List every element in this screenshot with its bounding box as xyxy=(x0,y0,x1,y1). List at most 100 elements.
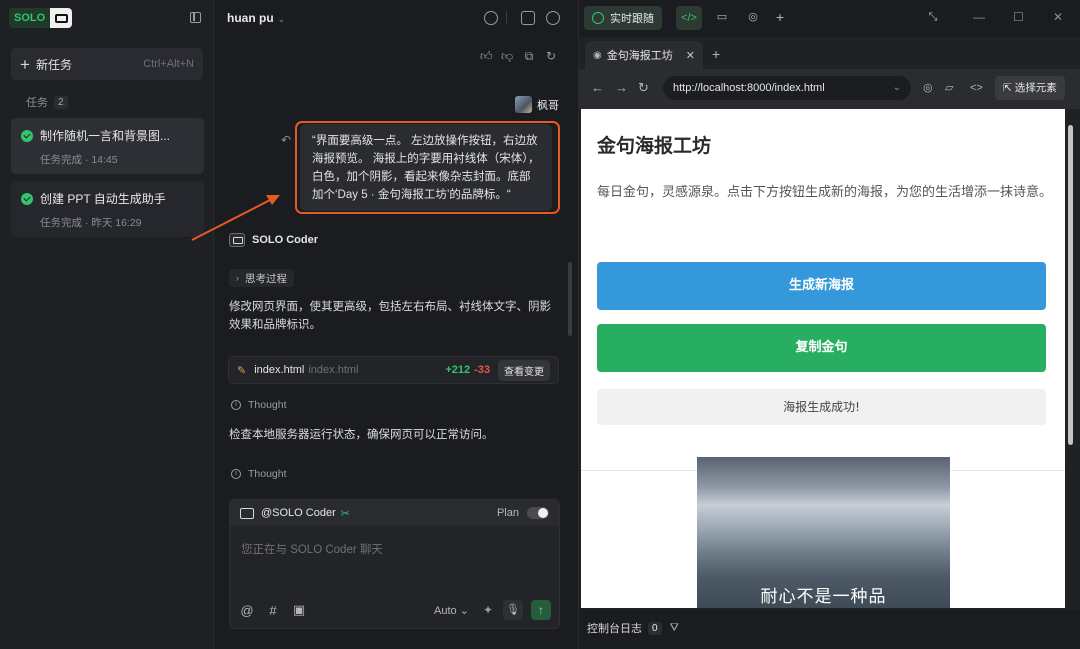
preview-panel: 实时跟随 </> ▭ ◎ + ⤡ — ☐ ✕ ◉ 金句海报工坊 ✕ + ← → … xyxy=(578,0,1080,649)
chevron-down-icon[interactable]: ⌄ xyxy=(893,76,901,100)
url-bar[interactable]: http://localhost:8000/index.html ⌄ xyxy=(663,76,911,100)
undo-icon[interactable]: ↶ xyxy=(281,133,291,147)
embedded-browser: ◉ 金句海报工坊 ✕ + ← → ↻ http://localhost:8000… xyxy=(579,37,1080,609)
tools-icon: ✂ xyxy=(340,507,350,520)
task-title: 制作随机一言和背景图... xyxy=(40,129,171,143)
poster-quote-text: 耐心不是一种品 xyxy=(760,587,887,607)
assistant-response: 修改网页界面，使其更高级，包括左右布局、衬线体文字、阴影效果和品牌标识。 xyxy=(229,301,551,331)
browser-icon[interactable]: ◎ xyxy=(746,10,760,24)
file-change-card[interactable]: ✎ index.html index.html +212 -33 查看变更 xyxy=(228,356,559,384)
browser-nav-bar: ← → ↻ http://localhost:8000/index.html ⌄… xyxy=(579,69,1080,109)
file-path: index.html xyxy=(308,364,359,376)
account-icon[interactable] xyxy=(546,11,560,25)
tasks-header-label: 任务 xyxy=(26,97,48,109)
thought-icon: i xyxy=(231,400,241,410)
solo-coder-icon xyxy=(240,507,254,519)
new-task-button[interactable]: + 新任务 Ctrl+Alt+N xyxy=(11,48,203,80)
composer-toolbar: @ # ▣ Auto ⌄ ✦ 🎙︎ ↑ xyxy=(240,600,551,620)
microphone-icon[interactable]: 🎙︎ xyxy=(503,600,523,620)
live-follow-label: 实时跟随 xyxy=(610,13,654,25)
header-divider xyxy=(506,11,507,25)
hash-icon[interactable]: # xyxy=(266,603,280,618)
thought-toggle[interactable]: i Thought xyxy=(231,468,287,480)
image-icon[interactable]: ▣ xyxy=(292,602,306,618)
page-viewport: 金句海报工坊 每日金句，灵感源泉。点击下方按钮生成新的海报，为您的生活增添一抹诗… xyxy=(581,109,1065,608)
thinking-toggle[interactable]: › 思考过程 xyxy=(229,269,294,287)
screenshot-icon[interactable]: ◎ xyxy=(923,81,933,95)
user-switcher[interactable]: huan pu ⌄ xyxy=(227,11,285,25)
live-icon xyxy=(592,12,604,24)
mention-icon[interactable]: @ xyxy=(240,603,254,618)
plus-icon: + xyxy=(20,54,30,74)
sender-name: 枫哥 xyxy=(537,99,559,112)
assistant-response: 检查本地服务器运行状态，确保网页可以正常访问。 xyxy=(229,429,494,441)
sender-row: 枫哥 xyxy=(515,96,559,113)
refresh-icon[interactable]: ↻ xyxy=(545,50,557,62)
composer-agent[interactable]: @SOLO Coder xyxy=(261,507,336,519)
collapse-icon[interactable]: ⤡ xyxy=(926,10,940,24)
minimize-icon[interactable]: — xyxy=(973,10,985,24)
edit-file-icon: ✎ xyxy=(237,364,247,377)
task-item[interactable]: 创建 PPT 自动生成助手 任务完成 · 昨天 16:29 xyxy=(11,181,204,237)
add-tab-icon[interactable]: + xyxy=(773,10,787,24)
solo-brand-logo: SOLO xyxy=(9,8,73,28)
new-chat-icon[interactable] xyxy=(484,11,498,25)
plan-toggle[interactable] xyxy=(527,507,549,519)
task-item[interactable]: 制作随机一言和背景图... 任务完成 · 14:45 xyxy=(11,118,204,174)
back-icon[interactable]: ← xyxy=(591,81,604,95)
copy-quote-button[interactable]: 复制金句 xyxy=(597,324,1046,372)
copy-icon[interactable]: ⧉ xyxy=(523,50,535,62)
solo-coder-icon xyxy=(229,233,245,247)
select-element-button[interactable]: ⇱ 选择元素 xyxy=(995,76,1065,100)
poster-preview: 耐心不是一种品 xyxy=(697,457,950,608)
device-icon[interactable]: ▱ xyxy=(945,81,953,95)
reload-icon[interactable]: ↻ xyxy=(638,81,649,95)
devtools-icon[interactable]: <> xyxy=(970,81,983,95)
chevron-down-icon: ⌄ xyxy=(277,14,286,24)
console-label: 控制台日志 xyxy=(587,623,642,635)
sidebar-toggle-icon[interactable] xyxy=(190,12,201,23)
code-icon[interactable]: </> xyxy=(676,6,702,30)
composer-header: @SOLO Coder ✂ Plan xyxy=(230,500,559,526)
thought-icon: i xyxy=(231,469,241,479)
view-changes-button[interactable]: 查看变更 xyxy=(498,359,550,381)
tasks-count-badge: 2 xyxy=(54,95,68,109)
url-text: http://localhost:8000/index.html xyxy=(673,82,825,94)
brand-text: SOLO xyxy=(9,8,51,28)
user-message-bubble: “界面要高级一点。 左边放操作按钮，右边放海报预览。 海报上的字要用衬线体（宋体… xyxy=(300,124,552,211)
page-description: 每日金句，灵感源泉。点击下方按钮生成新的海报，为您的生活增添一抹诗意。 xyxy=(597,185,1053,200)
thumbs-up-icon[interactable]: 👍︎ xyxy=(480,50,493,62)
chat-scrollbar[interactable] xyxy=(568,262,572,336)
thumbs-down-icon[interactable]: 👎︎ xyxy=(501,50,513,62)
new-tab-icon[interactable]: + xyxy=(712,46,720,62)
new-task-label: 新任务 xyxy=(35,57,72,72)
task-title: 创建 PPT 自动生成助手 xyxy=(40,192,166,206)
check-circle-icon xyxy=(21,129,33,142)
sparkle-icon[interactable]: ✦ xyxy=(483,603,493,617)
page-scrollbar[interactable] xyxy=(1068,125,1073,445)
additions-count: +212 xyxy=(445,364,471,376)
live-follow-button[interactable]: 实时跟随 xyxy=(584,6,662,30)
gear-icon[interactable] xyxy=(521,11,535,25)
coder-header: SOLO Coder xyxy=(229,233,318,247)
avatar xyxy=(515,96,532,113)
tasks-header: 任务 2 xyxy=(26,94,68,110)
filter-icon[interactable]: ⛛ xyxy=(670,622,679,635)
new-task-shortcut: Ctrl+Alt+N xyxy=(143,58,194,70)
thought-label: Thought xyxy=(248,399,287,411)
mode-select[interactable]: Auto ⌄ xyxy=(434,604,469,617)
maximize-icon[interactable]: ☐ xyxy=(1013,10,1024,24)
forward-icon[interactable]: → xyxy=(615,81,628,95)
chat-composer[interactable]: @SOLO Coder ✂ Plan 您正在与 SOLO Coder 聊天 @ … xyxy=(229,499,560,629)
terminal-icon[interactable]: ▭ xyxy=(715,10,729,24)
plan-label: Plan xyxy=(496,507,519,519)
coder-name: SOLO Coder xyxy=(252,234,319,246)
browser-tab[interactable]: ◉ 金句海报工坊 ✕ xyxy=(585,41,703,69)
chat-input[interactable]: 您正在与 SOLO Coder 聊天 xyxy=(241,541,383,557)
send-button[interactable]: ↑ xyxy=(531,600,551,620)
thought-toggle[interactable]: i Thought xyxy=(231,399,287,411)
close-tab-icon[interactable]: ✕ xyxy=(686,49,695,62)
console-log-bar[interactable]: 控制台日志 0 ⛛ xyxy=(587,620,679,636)
generate-poster-button[interactable]: 生成新海报 xyxy=(597,262,1046,310)
close-icon[interactable]: ✕ xyxy=(1053,10,1063,24)
